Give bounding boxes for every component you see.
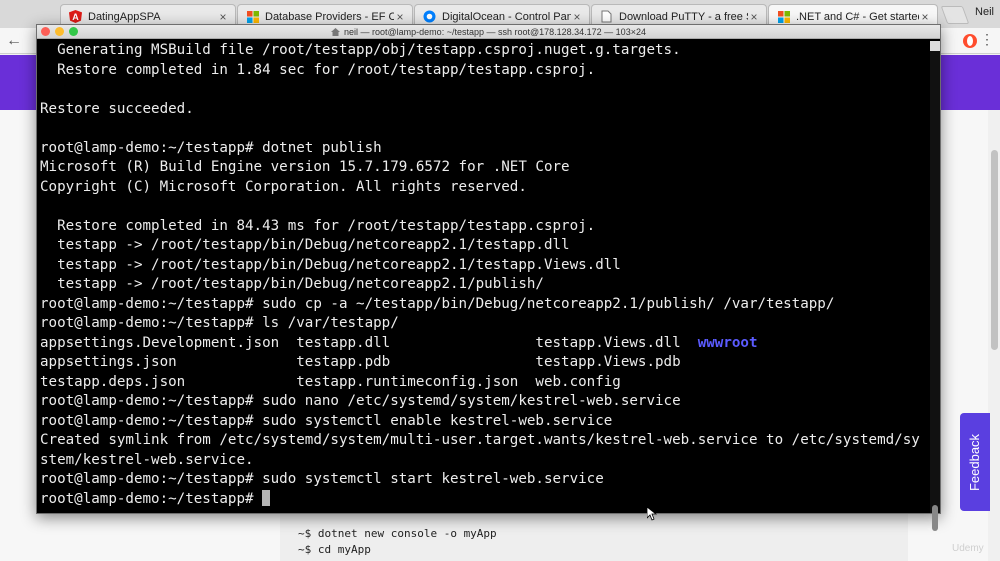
feedback-label: Feedback bbox=[967, 433, 983, 491]
terminal-line: Microsoft (R) Build Engine version 15.7.… bbox=[40, 158, 570, 177]
terminal-window[interactable]: neil — root@lamp-demo: ~/testapp — ssh r… bbox=[36, 24, 941, 531]
terminal-line-text: root@lamp-demo:~/testapp# ls /var/testap… bbox=[40, 315, 399, 331]
code-line: ~$ cd myApp bbox=[298, 543, 371, 556]
terminal-title-bar[interactable]: neil — root@lamp-demo: ~/testapp — ssh r… bbox=[37, 25, 940, 39]
terminal-scrollbar-thumb[interactable] bbox=[932, 505, 938, 531]
directory-name: wwwroot bbox=[697, 334, 758, 351]
terminal-line: Copyright (C) Microsoft Corporation. All… bbox=[40, 178, 527, 197]
terminal-line-text: Restore completed in 1.84 sec for /root/… bbox=[40, 61, 596, 78]
terminal-line: Created symlink from /etc/systemd/system… bbox=[40, 431, 920, 450]
profile-name[interactable]: Neil bbox=[975, 6, 994, 18]
terminal-line-text: Restore completed in 84.43 ms for /root/… bbox=[40, 217, 596, 234]
terminal-line: testapp -> /root/testapp/bin/Debug/netco… bbox=[40, 275, 544, 294]
terminal-line: testapp -> /root/testapp/bin/Debug/netco… bbox=[40, 256, 621, 275]
terminal-line: Restore completed in 84.43 ms for /root/… bbox=[40, 217, 595, 236]
terminal-line: stem/kestrel-web.service. bbox=[40, 451, 254, 470]
terminal-line-text: testapp -> /root/testapp/bin/Debug/netco… bbox=[40, 237, 570, 253]
terminal-scrollbar[interactable] bbox=[930, 41, 940, 513]
close-tab-icon[interactable]: × bbox=[919, 10, 931, 24]
terminal-line-text: root@lamp-demo:~/testapp# sudo cp -a ~/t… bbox=[40, 295, 835, 312]
page-header-band bbox=[0, 55, 36, 110]
minimize-window-button[interactable] bbox=[55, 27, 64, 36]
close-tab-icon[interactable]: × bbox=[571, 10, 583, 24]
terminal-line: root@lamp-demo:~/testapp# sudo systemctl… bbox=[40, 412, 612, 431]
close-tab-icon[interactable]: × bbox=[748, 10, 760, 24]
page-icon bbox=[600, 10, 613, 23]
terminal-output[interactable]: Generating MSBuild file /root/testapp/ob… bbox=[40, 41, 928, 511]
tab-title: DigitalOcean - Control Panel bbox=[442, 10, 571, 23]
terminal-line-text: appsettings.Development.json testapp.dll… bbox=[40, 334, 698, 351]
page-header-band bbox=[940, 55, 1000, 110]
terminal-line-text: root@lamp-demo:~/testapp# sudo systemctl… bbox=[40, 412, 613, 429]
zoom-window-button[interactable] bbox=[69, 27, 78, 36]
terminal-line: root@lamp-demo:~/testapp# sudo cp -a ~/t… bbox=[40, 295, 834, 314]
terminal-line-text: Created symlink from /etc/systemd/system… bbox=[40, 432, 920, 448]
terminal-line: appsettings.Development.json testapp.dll… bbox=[40, 334, 758, 353]
svg-text:A: A bbox=[72, 12, 79, 22]
mouse-cursor-icon bbox=[647, 507, 657, 521]
page-scrollbar-thumb[interactable] bbox=[991, 150, 998, 350]
window-controls bbox=[41, 27, 78, 36]
terminal-line-text: root@lamp-demo:~/testapp# sudo systemctl… bbox=[40, 471, 604, 487]
menu-dots-icon[interactable]: ⋮ bbox=[980, 31, 994, 48]
angular-icon: A bbox=[69, 10, 82, 23]
terminal-line-text: testapp -> /root/testapp/bin/Debug/netco… bbox=[40, 256, 621, 273]
new-tab-button[interactable] bbox=[940, 6, 970, 24]
close-tab-icon[interactable]: × bbox=[394, 10, 406, 24]
terminal-line: Restore completed in 1.84 sec for /root/… bbox=[40, 61, 595, 80]
terminal-line: root@lamp-demo:~/testapp# bbox=[40, 489, 271, 509]
udemy-watermark: Udemy bbox=[952, 543, 984, 554]
close-tab-icon[interactable]: × bbox=[217, 10, 229, 24]
terminal-line: testapp.deps.json testapp.runtimeconfig.… bbox=[40, 373, 621, 392]
terminal-line-text: root@lamp-demo:~/testapp# bbox=[40, 490, 263, 507]
terminal-line-text: Copyright (C) Microsoft Corporation. All… bbox=[40, 178, 527, 195]
tab-title: DatingAppSPA bbox=[88, 10, 161, 23]
terminal-line: root@lamp-demo:~/testapp# dotnet publish bbox=[40, 139, 382, 158]
terminal-line: root@lamp-demo:~/testapp# ls /var/testap… bbox=[40, 314, 399, 333]
terminal-line: Generating MSBuild file /root/testapp/ob… bbox=[40, 41, 681, 60]
terminal-line: root@lamp-demo:~/testapp# sudo systemctl… bbox=[40, 470, 604, 489]
terminal-line-text: root@lamp-demo:~/testapp# dotnet publish bbox=[40, 139, 382, 156]
terminal-line-text: Restore succeeded. bbox=[40, 100, 194, 117]
opera-extension-icon[interactable] bbox=[962, 33, 978, 49]
tab-title: Download PuTTY - a free SSH bbox=[619, 10, 748, 23]
microsoft-icon bbox=[777, 10, 790, 23]
tab-title: Database Providers - EF Core bbox=[265, 10, 394, 23]
code-line: ~$ dotnet new console -o myApp bbox=[298, 527, 497, 540]
terminal-line: root@lamp-demo:~/testapp# sudo nano /etc… bbox=[40, 392, 681, 411]
terminal-line-text: appsettings.json testapp.pdb testapp.Vie… bbox=[40, 354, 681, 370]
tab-title: .NET and C# - Get started in 1 bbox=[796, 10, 919, 23]
terminal-line-text: Microsoft (R) Build Engine version 15.7.… bbox=[40, 159, 570, 175]
terminal-line-text: testapp.deps.json testapp.runtimeconfig.… bbox=[40, 373, 621, 390]
terminal-line-text: root@lamp-demo:~/testapp# sudo nano /etc… bbox=[40, 393, 681, 409]
terminal-line: testapp -> /root/testapp/bin/Debug/netco… bbox=[40, 236, 570, 255]
microsoft-icon bbox=[246, 10, 259, 23]
terminal-line: Restore succeeded. bbox=[40, 100, 194, 119]
text-cursor bbox=[262, 489, 271, 506]
close-window-button[interactable] bbox=[41, 27, 50, 36]
terminal-line: appsettings.json testapp.pdb testapp.Vie… bbox=[40, 353, 681, 372]
digitalocean-icon bbox=[423, 10, 436, 23]
terminal-line-text: stem/kestrel-web.service. bbox=[40, 451, 254, 468]
terminal-title: neil — root@lamp-demo: ~/testapp — ssh r… bbox=[344, 27, 646, 37]
home-folder-icon bbox=[331, 28, 341, 36]
back-arrow-icon[interactable]: ← bbox=[6, 32, 22, 50]
terminal-line-text: Generating MSBuild file /root/testapp/ob… bbox=[40, 42, 681, 58]
feedback-button[interactable]: Feedback bbox=[960, 413, 990, 511]
terminal-scroll-top[interactable] bbox=[930, 41, 940, 51]
terminal-line-text: testapp -> /root/testapp/bin/Debug/netco… bbox=[40, 276, 544, 292]
